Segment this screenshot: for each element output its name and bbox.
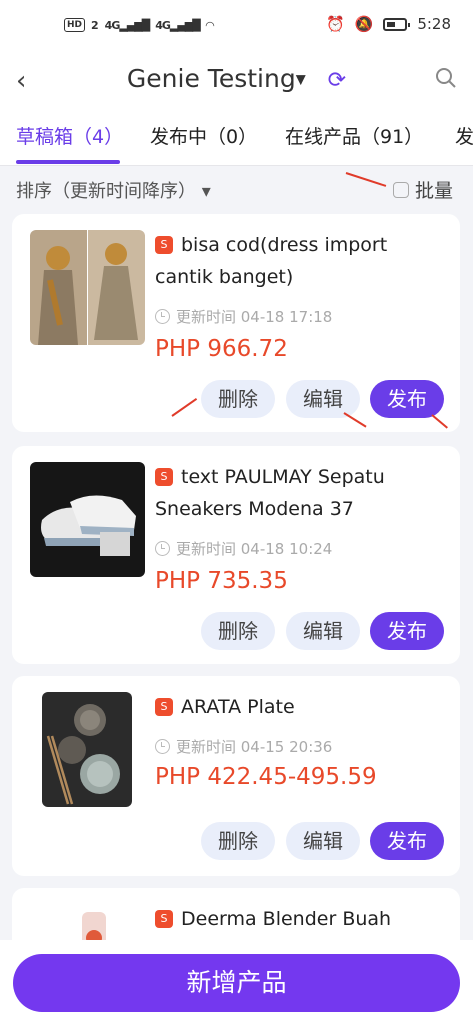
product-image <box>30 230 145 345</box>
status-bar: HD 2 4G▂▄▆█ 4G▂▄▆█ ◠ ⏰ 🔕 5:28 <box>0 0 473 52</box>
product-card[interactable]: S text PAULMAY Sepatu Sneakers Modena 37… <box>12 446 460 664</box>
clock-icon <box>155 739 170 754</box>
signal-icon-2: 4G▂▄▆█ <box>155 18 201 32</box>
delete-button[interactable]: 删除 <box>201 822 275 860</box>
edit-button[interactable]: 编辑 <box>286 612 360 650</box>
wifi-icon: ◠ <box>205 18 215 32</box>
bottom-action-bar: 新增产品 <box>0 940 473 1024</box>
signal-icon: 4G▂▄▆█ <box>104 18 151 32</box>
alarm-icon: ⏰ <box>325 15 345 33</box>
delete-button[interactable]: 删除 <box>201 380 275 418</box>
battery-icon <box>383 17 411 31</box>
update-time: 更新时间 04-18 17:18 <box>155 306 332 327</box>
product-card[interactable]: S ARATA Plate 更新时间 04-15 20:36 PHP 422.4… <box>12 676 460 876</box>
sort-bar: 排序（更新时间降序） ▾ 批量 <box>0 166 473 212</box>
add-product-button[interactable]: 新增产品 <box>13 954 460 1012</box>
hd-icon: HD <box>64 18 86 32</box>
search-icon[interactable] <box>435 67 457 89</box>
batch-icon <box>392 181 409 198</box>
status-tabs: 草稿箱（4） 发布中（0） 在线产品（91） 发 <box>0 112 473 166</box>
product-price: PHP 966.72 <box>155 336 288 362</box>
product-price: PHP 735.35 <box>155 568 288 594</box>
app-header: ‹ Genie Testing▼ ⟳ <box>0 52 473 112</box>
tab-more[interactable]: 发 <box>455 122 473 149</box>
tab-online-products[interactable]: 在线产品（91） <box>285 122 423 149</box>
product-name: Deerma Blender Buah <box>181 908 392 930</box>
page-title[interactable]: Genie Testing▼ ⟳ <box>0 64 473 93</box>
product-price: PHP 422.45-495.59 <box>155 764 377 790</box>
clock-time: 5:28 <box>417 15 451 33</box>
publish-button[interactable]: 发布 <box>370 822 444 860</box>
product-image <box>30 462 145 577</box>
product-name: text PAULMAY Sepatu Sneakers Modena 37 <box>155 466 385 520</box>
active-tab-indicator <box>16 160 120 164</box>
delete-button[interactable]: 删除 <box>201 612 275 650</box>
dropdown-caret-icon: ▼ <box>295 72 306 88</box>
clock-icon <box>155 541 170 556</box>
tab-drafts[interactable]: 草稿箱（4） <box>16 122 123 149</box>
refresh-icon[interactable]: ⟳ <box>328 68 346 93</box>
tab-publishing[interactable]: 发布中（0） <box>150 122 257 149</box>
batch-button[interactable]: 批量 <box>392 176 453 203</box>
mute-icon: 🔕 <box>354 15 374 33</box>
product-card[interactable]: S bisa cod(dress import cantik banget) 更… <box>12 214 460 432</box>
clock-icon <box>155 309 170 324</box>
update-time: 更新时间 04-18 10:24 <box>155 538 332 559</box>
sim-number: 2 <box>91 18 99 32</box>
publish-button[interactable]: 发布 <box>370 380 444 418</box>
sort-dropdown[interactable]: 排序（更新时间降序） ▾ <box>16 177 211 203</box>
publish-button[interactable]: 发布 <box>370 612 444 650</box>
product-name: ARATA Plate <box>181 696 295 718</box>
product-name: bisa cod(dress import cantik banget) <box>155 234 388 288</box>
product-image <box>42 692 132 807</box>
edit-button[interactable]: 编辑 <box>286 380 360 418</box>
update-time: 更新时间 04-15 20:36 <box>155 736 332 757</box>
edit-button[interactable]: 编辑 <box>286 822 360 860</box>
